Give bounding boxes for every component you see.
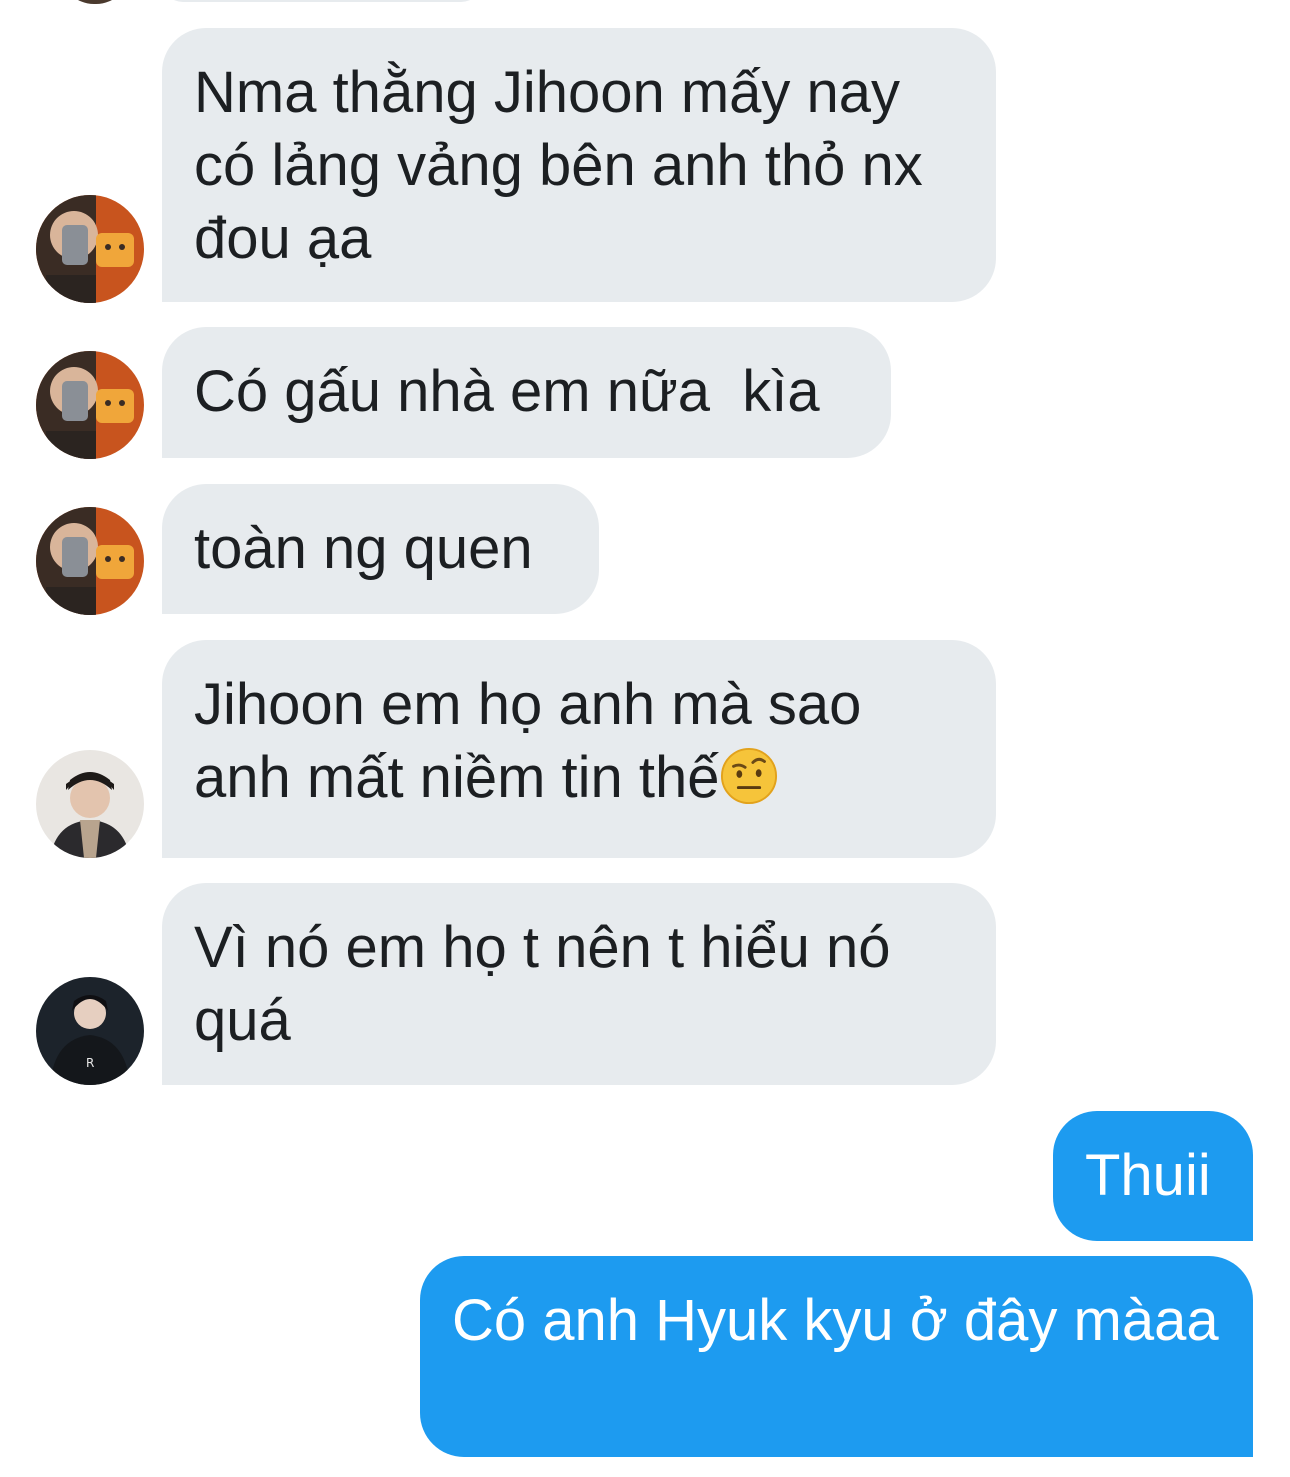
- avatar-a-photo: [36, 195, 144, 303]
- avatar-partial[interactable]: [60, 0, 130, 4]
- avatar-c-photo: R: [36, 977, 144, 1085]
- avatar-a[interactable]: [36, 195, 144, 303]
- message-text: Có gấu nhà em nữa kìa: [194, 359, 820, 424]
- message-bubble-partial[interactable]: [162, 0, 482, 2]
- avatar-b-photo: [36, 750, 144, 858]
- chat-thread: Nma thằng Jihoon mấy nay có lảng vảng bê…: [0, 0, 1290, 1477]
- message-text-line-1: Jihoon em họ anh mà sao: [194, 672, 862, 737]
- message-text: Vì nó em họ t nên t hiểu nó quá: [194, 915, 891, 1053]
- message-bubble-incoming[interactable]: Vì nó em họ t nên t hiểu nó quá: [162, 883, 996, 1085]
- message-text: toàn ng quen: [194, 516, 533, 581]
- message-bubble-outgoing[interactable]: Thuii: [1053, 1111, 1253, 1241]
- avatar-a-photo: [36, 507, 144, 615]
- avatar-c[interactable]: R: [36, 977, 144, 1085]
- raised-eyebrow-face-icon: [720, 747, 777, 805]
- message-text: Thuii: [1085, 1143, 1211, 1208]
- avatar-b[interactable]: [36, 750, 144, 858]
- avatar-a-photo: [36, 351, 144, 459]
- avatar-a[interactable]: [36, 507, 144, 615]
- message-text-line-2: anh mất niềm tin thế: [194, 745, 720, 810]
- message-bubble-outgoing[interactable]: Có anh Hyuk kyu ở đây màaa: [420, 1256, 1253, 1457]
- message-bubble-incoming[interactable]: Jihoon em họ anh mà sao anh mất niềm tin…: [162, 640, 996, 858]
- message-text: Nma thằng Jihoon mấy nay có lảng vảng bê…: [194, 60, 923, 271]
- avatar-a[interactable]: [36, 351, 144, 459]
- message-bubble-incoming[interactable]: toàn ng quen: [162, 484, 599, 614]
- message-text: Có anh Hyuk kyu ở đây màaa: [452, 1288, 1219, 1353]
- message-bubble-incoming[interactable]: Có gấu nhà em nữa kìa: [162, 327, 891, 458]
- message-bubble-incoming[interactable]: Nma thằng Jihoon mấy nay có lảng vảng bê…: [162, 28, 996, 302]
- svg-text:R: R: [86, 1056, 94, 1070]
